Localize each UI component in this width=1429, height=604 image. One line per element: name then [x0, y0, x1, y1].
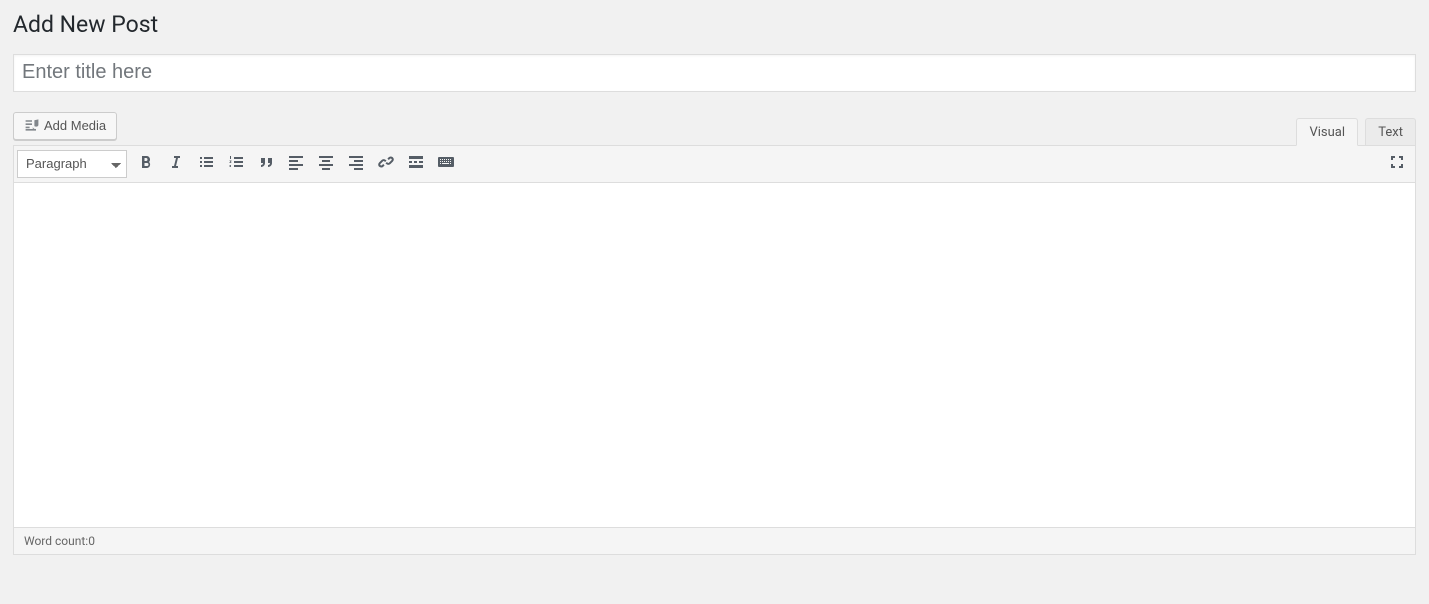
word-count-value: 0	[88, 534, 95, 548]
italic-button[interactable]	[161, 149, 191, 179]
bullet-list-button[interactable]	[191, 149, 221, 179]
blockquote-button[interactable]	[251, 149, 281, 179]
editor-box: Add Media Visual Text Paragraph	[13, 112, 1416, 555]
insert-link-button[interactable]	[371, 149, 401, 179]
post-title-input[interactable]	[13, 54, 1416, 92]
format-select[interactable]: Paragraph	[17, 150, 127, 178]
numbered-list-icon	[226, 152, 246, 175]
title-wrap	[13, 54, 1416, 92]
align-right-button[interactable]	[341, 149, 371, 179]
numbered-list-button[interactable]	[221, 149, 251, 179]
align-left-icon	[286, 152, 306, 175]
word-count-label: Word count:	[24, 534, 88, 548]
align-center-button[interactable]	[311, 149, 341, 179]
quote-icon	[256, 152, 276, 175]
bold-icon	[136, 152, 156, 175]
link-icon	[376, 152, 396, 175]
tab-text[interactable]: Text	[1365, 118, 1416, 146]
camera-music-icon	[24, 117, 40, 135]
editor-toolbar: Paragraph	[13, 145, 1416, 183]
fullscreen-button[interactable]	[1382, 149, 1412, 179]
toolbar-buttons	[131, 149, 461, 179]
post-content-editor[interactable]	[13, 183, 1416, 528]
add-media-button[interactable]: Add Media	[13, 112, 117, 140]
add-media-label: Add Media	[44, 119, 106, 132]
editor-mode-tabs: Visual Text	[1292, 118, 1416, 146]
align-left-button[interactable]	[281, 149, 311, 179]
media-toolbar-row: Add Media Visual Text	[13, 112, 1416, 145]
editor-status-bar: Word count: 0	[13, 528, 1416, 555]
fullscreen-icon	[1387, 152, 1407, 175]
tab-visual[interactable]: Visual	[1296, 118, 1358, 146]
page-title: Add New Post	[13, 10, 1416, 40]
italic-icon	[166, 152, 186, 175]
bold-button[interactable]	[131, 149, 161, 179]
read-more-button[interactable]	[401, 149, 431, 179]
align-right-icon	[346, 152, 366, 175]
keyboard-icon	[436, 152, 456, 175]
toolbar-toggle-button[interactable]	[431, 149, 461, 179]
read-more-icon	[406, 152, 426, 175]
align-center-icon	[316, 152, 336, 175]
bullet-list-icon	[196, 152, 216, 175]
